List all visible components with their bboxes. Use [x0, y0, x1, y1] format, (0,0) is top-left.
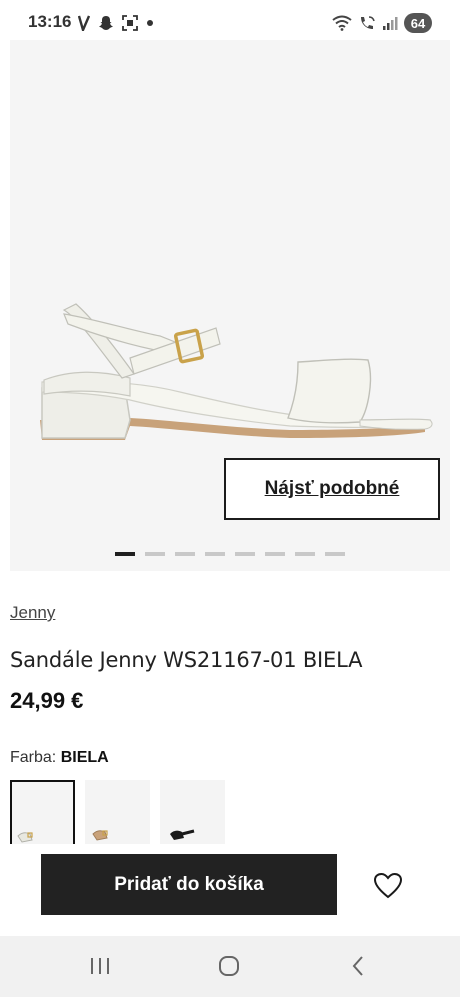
add-to-cart-button[interactable]: Pridať do košíka	[41, 854, 337, 915]
system-nav-bar	[0, 936, 460, 997]
signal-icon	[383, 17, 398, 30]
variant-white[interactable]	[10, 780, 75, 844]
status-left-icons	[78, 12, 154, 34]
pagination-dot[interactable]	[205, 552, 225, 556]
wishlist-button[interactable]	[370, 868, 406, 902]
product-gallery[interactable]: Nájsť podobné	[10, 40, 450, 571]
heart-icon	[373, 872, 403, 898]
pagination-dot[interactable]	[235, 552, 255, 556]
screenshot-icon	[122, 15, 138, 31]
color-label: Farba:	[10, 749, 57, 766]
sandal-image	[40, 303, 433, 440]
v-icon	[78, 15, 90, 31]
home-button[interactable]	[215, 954, 243, 978]
call-icon	[361, 16, 375, 29]
recent-apps-button[interactable]	[86, 954, 114, 978]
recent-apps-icon	[91, 958, 109, 974]
pagination-dot[interactable]	[295, 552, 315, 556]
status-time: 13:16	[28, 12, 72, 31]
pagination-dot[interactable]	[325, 552, 345, 556]
battery-icon: 64	[404, 13, 432, 33]
sandal-thumbnail	[17, 832, 33, 843]
variant-beige[interactable]	[85, 780, 150, 844]
wifi-icon	[332, 15, 352, 31]
color-variants	[10, 780, 225, 844]
color-line: Farba: BIELA	[10, 749, 109, 767]
action-bar: Pridať do košíka	[0, 844, 460, 936]
pagination-dot[interactable]	[115, 552, 135, 556]
pagination-dot[interactable]	[145, 552, 165, 556]
gallery-pagination	[10, 552, 450, 556]
snapchat-icon	[99, 16, 113, 30]
pagination-dot[interactable]	[175, 552, 195, 556]
dot-icon	[147, 20, 153, 26]
find-similar-button[interactable]: Nájsť podobné	[224, 458, 440, 520]
back-icon	[352, 956, 363, 976]
sandal-thumbnail	[170, 829, 195, 840]
sandal-thumbnail	[92, 830, 108, 841]
status-right-icons: 64	[332, 11, 432, 35]
variant-black[interactable]	[160, 780, 225, 844]
status-bar: 13:16 64	[0, 0, 460, 44]
product-title: Sandále Jenny WS21167-01 BIELA	[10, 648, 363, 672]
pagination-dot[interactable]	[265, 552, 285, 556]
color-value: BIELA	[60, 749, 109, 766]
home-icon	[219, 956, 239, 976]
back-button[interactable]	[344, 954, 372, 978]
product-price: 24,99 €	[10, 688, 84, 713]
brand-link[interactable]: Jenny	[10, 603, 55, 623]
